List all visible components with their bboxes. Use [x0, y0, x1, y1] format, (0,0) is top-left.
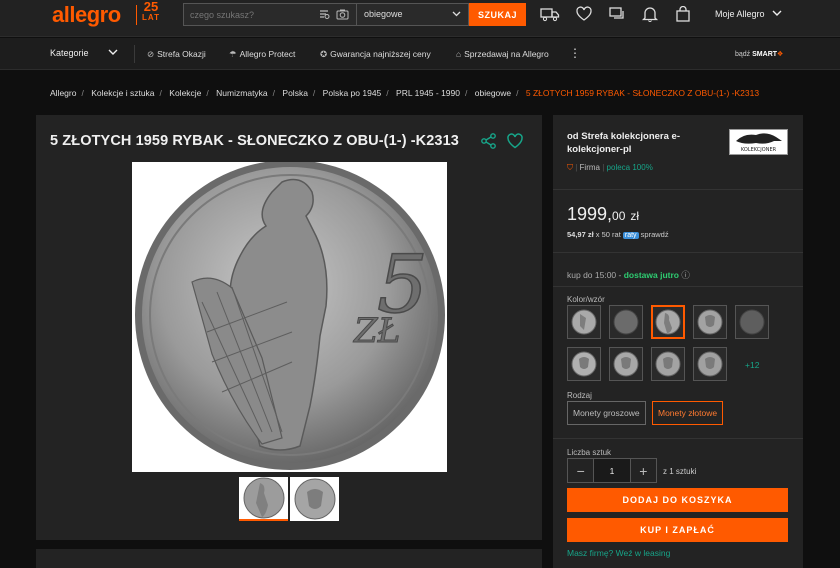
heart-icon[interactable]: [506, 132, 524, 150]
breadcrumb-item[interactable]: Polska: [282, 88, 308, 98]
add-to-cart-button[interactable]: DODAJ DO KOSZYKA: [567, 488, 788, 512]
seller-meta: ⛉ | Firma | poleca 100%: [567, 163, 653, 172]
truck-icon[interactable]: [540, 6, 560, 22]
more-variants-link[interactable]: +12: [745, 360, 759, 370]
price: 1999,00 zł: [567, 204, 640, 224]
delivery-info: kup do 15:00 - dostawa jutro ⓘ: [567, 270, 690, 280]
quantity-stepper: − 1 +: [567, 458, 657, 483]
seller-logo[interactable]: KOLEKCJONER: [729, 129, 788, 155]
smart-badge-icon: ❖: [777, 51, 784, 58]
categories-menu[interactable]: Kategorie: [50, 48, 89, 58]
more-options-icon[interactable]: ⋮: [569, 46, 581, 60]
product-gallery-panel: 5 ZŁOTYCH 1959 RYBAK - SŁONECZKO Z OBU-(…: [36, 115, 542, 540]
search-input[interactable]: [183, 3, 356, 26]
search-scope-select[interactable]: obiegowe: [356, 3, 469, 26]
variant-swatch[interactable]: [735, 305, 769, 339]
seller-logo-text: KOLEKCJONER: [741, 147, 777, 153]
verified-icon: ⛉: [567, 163, 573, 172]
nav-item-price-guarantee[interactable]: ✪ Gwarancja najniższej ceny: [320, 49, 431, 60]
chat-icon[interactable]: [608, 6, 626, 22]
share-icon[interactable]: [480, 132, 498, 150]
allegro-logo[interactable]: allegro: [52, 2, 121, 28]
variant-swatch-selected[interactable]: [651, 305, 685, 339]
leasing-link[interactable]: Masz firmę? Weź w leasing: [567, 548, 670, 558]
nav-divider: [134, 45, 135, 63]
variant-swatch[interactable]: [567, 347, 601, 381]
camera-icon[interactable]: [336, 8, 349, 23]
seller-recommendation[interactable]: poleca 100%: [607, 163, 653, 172]
chevron-down-icon[interactable]: [107, 46, 119, 61]
product-main-image[interactable]: 5 ZŁ: [132, 162, 447, 472]
offer-panel: od Strefa kolekcjonera e-kolekcjoner-pl …: [553, 115, 803, 568]
breadcrumb-item[interactable]: Allegro: [50, 88, 76, 98]
account-menu[interactable]: Moje Allegro: [715, 9, 765, 19]
buy-now-button[interactable]: KUP I ZAPŁAĆ: [567, 518, 788, 542]
breadcrumb-item[interactable]: obiegowe: [475, 88, 511, 98]
kind-option-zlotowe[interactable]: Monety złotowe: [652, 401, 724, 425]
installment-info: 54,97 zł x 50 rat raty sprawdź: [567, 230, 669, 239]
kind-label: Rodzaj: [567, 391, 592, 400]
gallery-thumbnail[interactable]: [239, 477, 288, 521]
coin-image: 5 ZŁ: [135, 162, 445, 470]
variant-swatch[interactable]: [567, 305, 601, 339]
breadcrumb-item[interactable]: Kolekcje i sztuka: [91, 88, 154, 98]
umbrella-icon: ☂: [229, 49, 237, 59]
variant-swatch[interactable]: [609, 347, 643, 381]
anniversary-logo: 25 LAT: [142, 0, 160, 23]
quantity-input[interactable]: 1: [593, 459, 631, 482]
nav-item-strefa-okazji[interactable]: ⊘ Strefa Okazji: [147, 49, 206, 60]
gallery-thumbnail[interactable]: [290, 477, 339, 521]
quantity-label: Liczba sztuk: [567, 448, 612, 457]
nav-item-sell[interactable]: ⌂ Sprzedawaj na Allegro: [456, 49, 549, 59]
seller-type: Firma: [579, 163, 600, 172]
variant-swatch[interactable]: [609, 305, 643, 339]
bell-icon[interactable]: [641, 6, 659, 23]
breadcrumb-item[interactable]: Numizmatyka: [216, 88, 267, 98]
anniversary-word: LAT: [142, 13, 160, 22]
shop-icon: ⌂: [456, 49, 462, 59]
breadcrumb-item[interactable]: Kolekcje: [169, 88, 201, 98]
installment-check-link[interactable]: sprawdź: [641, 230, 669, 239]
quantity-increase-button[interactable]: +: [631, 459, 656, 482]
medal-icon: ✪: [320, 49, 328, 59]
search-button[interactable]: SZUKAJ: [469, 3, 526, 26]
chevron-down-icon: [451, 8, 462, 22]
breadcrumb-item[interactable]: PRL 1945 - 1990: [396, 88, 460, 98]
coin-unit: ZŁ: [353, 311, 400, 351]
kind-option-groszowe[interactable]: Monety groszowe: [567, 401, 646, 425]
breadcrumb-current: 5 ZŁOTYCH 1959 RYBAK - SŁONECZKO Z OBU-(…: [525, 88, 760, 98]
quantity-decrease-button[interactable]: −: [568, 459, 593, 482]
chevron-down-icon[interactable]: [771, 7, 783, 22]
logo-divider: [136, 5, 137, 25]
variant-swatch[interactable]: [651, 347, 685, 381]
nav-item-allegro-protect[interactable]: ☂ Allegro Protect: [229, 49, 295, 60]
raty-badge: raty: [622, 232, 639, 239]
variant-swatch[interactable]: [693, 305, 727, 339]
description-panel: [36, 549, 542, 568]
nav-bar: Kategorie ⊘ Strefa Okazji ☂ Allegro Protec…: [0, 38, 840, 70]
smart-promo[interactable]: bądź SMART❖: [735, 50, 783, 58]
variant-swatch[interactable]: [693, 347, 727, 381]
tag-icon: ⊘: [147, 49, 155, 59]
breadcrumb-item[interactable]: Polska po 1945: [323, 88, 382, 98]
search-scope-value: obiegowe: [364, 9, 403, 19]
info-icon[interactable]: ⓘ: [681, 270, 690, 280]
seller-name[interactable]: od Strefa kolekcjonera e-kolekcjoner-pl: [567, 130, 717, 156]
color-label: Kolor/wzór: [567, 295, 605, 304]
search-bar: obiegowe SZUKAJ: [183, 3, 526, 26]
quantity-available: z 1 sztuki: [663, 467, 697, 476]
bag-icon[interactable]: [675, 5, 693, 22]
top-bar: allegro 25 LAT obiegowe SZUKAJ: [0, 0, 840, 37]
breadcrumb: Allegro / Kolekcje i sztuka / Kolekcje / Nu…: [50, 88, 760, 98]
product-title: 5 ZŁOTYCH 1959 RYBAK - SŁONECZKO Z OBU-(…: [50, 133, 459, 149]
image-search-icon[interactable]: [318, 8, 330, 23]
heart-icon[interactable]: [575, 6, 593, 22]
